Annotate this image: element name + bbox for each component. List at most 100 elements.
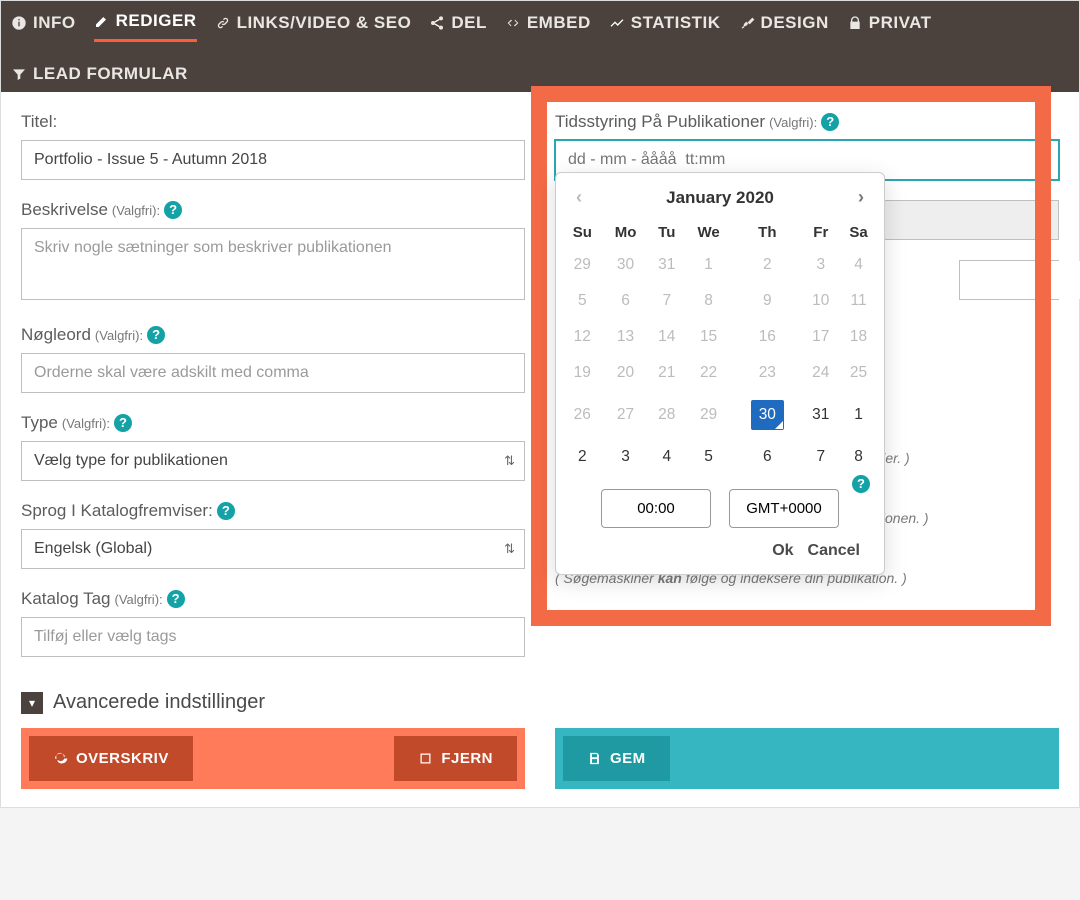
time-input[interactable] bbox=[601, 489, 711, 528]
calendar-day[interactable]: 26 bbox=[562, 391, 603, 439]
calendar-day[interactable]: 7 bbox=[648, 283, 685, 319]
calendar-day[interactable]: 4 bbox=[839, 247, 878, 283]
keywords-input[interactable] bbox=[21, 353, 525, 393]
tab-del[interactable]: DEL bbox=[429, 7, 487, 42]
calendar-day[interactable]: 30 bbox=[732, 391, 802, 439]
prev-month-button[interactable]: ‹ bbox=[576, 187, 582, 208]
language-select[interactable] bbox=[21, 529, 525, 569]
calendar-day[interactable]: 3 bbox=[603, 439, 649, 475]
dow-header: We bbox=[685, 218, 732, 247]
calendar-day[interactable]: 13 bbox=[603, 319, 649, 355]
share-icon bbox=[429, 15, 445, 31]
tab-rediger[interactable]: REDIGER bbox=[94, 7, 197, 42]
calendar-day[interactable]: 27 bbox=[603, 391, 649, 439]
type-select[interactable] bbox=[21, 441, 525, 481]
calendar-day[interactable]: 1 bbox=[685, 247, 732, 283]
calendar-day[interactable]: 19 bbox=[562, 355, 603, 391]
save-button[interactable]: GEM bbox=[563, 736, 670, 781]
calendar-day[interactable]: 20 bbox=[603, 355, 649, 391]
tab-info[interactable]: INFO bbox=[11, 7, 76, 42]
calendar-day[interactable]: 29 bbox=[685, 391, 732, 439]
calendar-day[interactable]: 12 bbox=[562, 319, 603, 355]
calendar-day[interactable]: 11 bbox=[839, 283, 878, 319]
right-column: Tidsstyring På Publikationer (Valgfri): … bbox=[555, 112, 1059, 677]
tab-label: DEL bbox=[451, 13, 487, 33]
tab-embed[interactable]: EMBED bbox=[505, 7, 591, 42]
quantity-stepper[interactable]: ▲ ▼ bbox=[959, 260, 1059, 300]
calendar-day[interactable]: 17 bbox=[803, 319, 840, 355]
calendar-day[interactable]: 9 bbox=[732, 283, 802, 319]
dow-header: Th bbox=[732, 218, 802, 247]
help-icon[interactable]: ? bbox=[217, 502, 235, 520]
calendar-day[interactable]: 6 bbox=[603, 283, 649, 319]
calendar-day[interactable]: 15 bbox=[685, 319, 732, 355]
calendar-day[interactable]: 28 bbox=[648, 391, 685, 439]
calendar-day[interactable]: 2 bbox=[562, 439, 603, 475]
refresh-icon bbox=[53, 751, 68, 766]
calendar-day[interactable]: 3 bbox=[803, 247, 840, 283]
title-label: Titel: bbox=[21, 112, 525, 132]
filter-icon bbox=[11, 66, 27, 82]
calendar-day[interactable]: 16 bbox=[732, 319, 802, 355]
title-input[interactable] bbox=[21, 140, 525, 180]
calendar-day[interactable]: 8 bbox=[839, 439, 878, 475]
calendar-day[interactable]: 2 bbox=[732, 247, 802, 283]
calendar-day[interactable]: 10 bbox=[803, 283, 840, 319]
calendar-day[interactable]: 5 bbox=[562, 283, 603, 319]
info-icon bbox=[11, 15, 27, 31]
calendar-day[interactable]: 22 bbox=[685, 355, 732, 391]
stepper-input[interactable] bbox=[960, 261, 1080, 299]
description-label: Beskrivelse (Valgfri): ? bbox=[21, 200, 525, 220]
tag-input[interactable] bbox=[21, 617, 525, 657]
tab-label: DESIGN bbox=[761, 13, 829, 33]
tab-statistik[interactable]: STATISTIK bbox=[609, 7, 721, 42]
help-icon[interactable]: ? bbox=[114, 414, 132, 432]
dow-header: Su bbox=[562, 218, 603, 247]
tab-links-seo[interactable]: LINKS/VIDEO & SEO bbox=[215, 7, 412, 42]
datepicker-popover: ‹ January 2020 › SuMoTuWeThFrSa 29303112… bbox=[555, 172, 885, 575]
brush-icon bbox=[739, 15, 755, 31]
advanced-toggle[interactable]: ▾ Avancerede indstillinger bbox=[21, 691, 1059, 714]
calendar-day[interactable]: 4 bbox=[648, 439, 685, 475]
tab-lead-formular[interactable]: LEAD FORMULAR bbox=[11, 60, 188, 92]
calendar-day[interactable]: 8 bbox=[685, 283, 732, 319]
next-month-button[interactable]: › bbox=[858, 187, 864, 208]
description-textarea[interactable] bbox=[21, 228, 525, 300]
calendar-day[interactable]: 5 bbox=[685, 439, 732, 475]
remove-button[interactable]: FJERN bbox=[394, 736, 517, 781]
tab-label: INFO bbox=[33, 13, 76, 33]
calendar-day[interactable]: 31 bbox=[803, 391, 840, 439]
cancel-button[interactable]: Cancel bbox=[808, 542, 860, 560]
tab-label: REDIGER bbox=[116, 11, 197, 31]
calendar-day[interactable]: 1 bbox=[839, 391, 878, 439]
calendar-day[interactable]: 6 bbox=[732, 439, 802, 475]
calendar-day[interactable]: 25 bbox=[839, 355, 878, 391]
tab-bar: INFO REDIGER LINKS/VIDEO & SEO DEL EMBED… bbox=[1, 1, 1079, 92]
tag-label: Katalog Tag (Valgfri): ? bbox=[21, 589, 525, 609]
ok-button[interactable]: Ok bbox=[772, 542, 793, 560]
calendar-day[interactable]: 29 bbox=[562, 247, 603, 283]
pencil-icon bbox=[94, 13, 110, 29]
calendar-day[interactable]: 21 bbox=[648, 355, 685, 391]
timezone-input[interactable] bbox=[729, 489, 839, 528]
calendar-day[interactable]: 14 bbox=[648, 319, 685, 355]
calendar-day[interactable]: 31 bbox=[648, 247, 685, 283]
tab-design[interactable]: DESIGN bbox=[739, 7, 829, 42]
calendar-day[interactable]: 7 bbox=[803, 439, 840, 475]
calendar-day[interactable]: 24 bbox=[803, 355, 840, 391]
tab-privat[interactable]: PRIVAT bbox=[847, 7, 932, 42]
language-label: Sprog I Katalogfremviser: ? bbox=[21, 501, 525, 521]
calendar-day[interactable]: 23 bbox=[732, 355, 802, 391]
calendar-day[interactable]: 30 bbox=[603, 247, 649, 283]
link-icon bbox=[215, 15, 231, 31]
help-icon[interactable]: ? bbox=[164, 201, 182, 219]
help-icon[interactable]: ? bbox=[852, 475, 870, 493]
dow-header: Sa bbox=[839, 218, 878, 247]
help-icon[interactable]: ? bbox=[147, 326, 165, 344]
overwrite-button[interactable]: OVERSKRIV bbox=[29, 736, 193, 781]
trash-icon bbox=[418, 751, 433, 766]
help-icon[interactable]: ? bbox=[821, 113, 839, 131]
help-icon[interactable]: ? bbox=[167, 590, 185, 608]
advanced-label: Avancerede indstillinger bbox=[53, 691, 265, 714]
calendar-day[interactable]: 18 bbox=[839, 319, 878, 355]
